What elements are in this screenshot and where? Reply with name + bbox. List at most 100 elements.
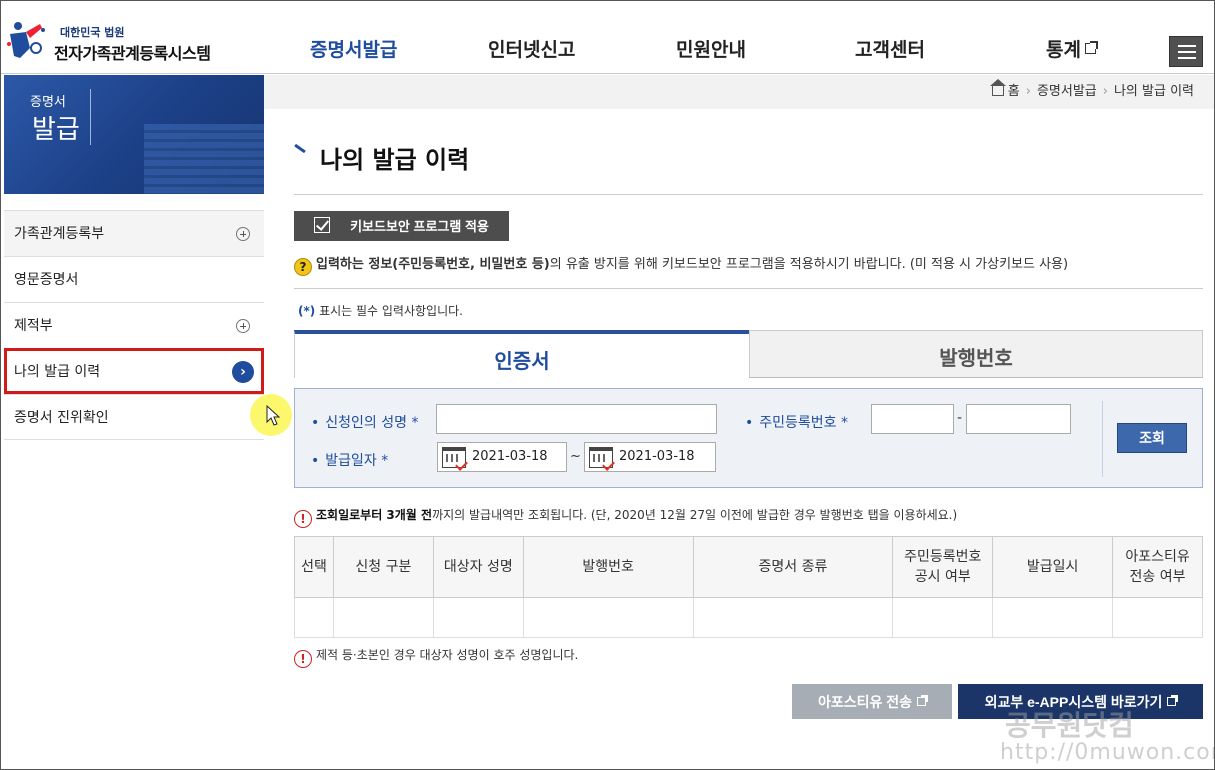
- sidebar-item-authenticity-check[interactable]: 증명서 진위확인: [4, 394, 264, 440]
- expand-plus-icon[interactable]: [236, 319, 250, 333]
- rrn-back-input[interactable]: [966, 404, 1071, 434]
- col-request-type: 신청 구분: [332, 536, 434, 598]
- nav-internet-report[interactable]: 인터넷신고: [488, 0, 575, 74]
- period-notice-text: 까지의 발급내역만 조회됩니다. (단, 2020년 12월 27일 이전에 발…: [432, 508, 958, 522]
- calendar-icon[interactable]: [589, 447, 613, 468]
- hamburger-icon-bar: [1178, 57, 1196, 59]
- banner-divider: [90, 89, 91, 145]
- issue-history-table: 선택 신청 구분 대상자 성명 발행번호 증명서 종류 주민등록번호 공시 여부…: [294, 536, 1203, 638]
- sidebar-item-removed-register[interactable]: 제적부: [4, 302, 264, 348]
- date-from-field[interactable]: 2021-03-18: [437, 442, 567, 472]
- home-icon[interactable]: [989, 79, 1006, 96]
- removed-register-notice-text: 제적 등·초본인 경우 대상자 성명이 호주 성명입니다.: [316, 648, 579, 662]
- books-image: [144, 124, 264, 194]
- rrn-label: 주민등록번호 *: [745, 412, 848, 432]
- sidebar-item-my-issue-history[interactable]: 나의 발급 이력 ›: [4, 348, 264, 394]
- external-link-icon: [1084, 41, 1098, 54]
- date-from-value: 2021-03-18: [472, 449, 548, 464]
- apostille-send-button[interactable]: 아포스티유 전송: [792, 684, 952, 719]
- table-cell: [1112, 597, 1203, 638]
- search-button[interactable]: 조회: [1117, 423, 1187, 453]
- col-apostille-sent: 아포스티유 전송 여부: [1112, 536, 1203, 598]
- sidebar-item-family-register[interactable]: 가족관계등록부: [4, 210, 264, 256]
- sidebar-item-english-certificate[interactable]: 영문증명서: [4, 256, 264, 302]
- divider: [294, 288, 1203, 289]
- period-notice: ! 조회일로부터 3개월 전까지의 발급내역만 조회됩니다. (단, 2020년 …: [294, 506, 957, 528]
- logo-title: 전자가족관계등록시스템: [54, 44, 211, 63]
- keyboard-security-label: 키보드보안 프로그램 적용: [350, 219, 489, 234]
- keyboard-security-button[interactable]: 키보드보안 프로그램 적용: [294, 211, 509, 241]
- date-to-field[interactable]: 2021-03-18: [584, 442, 716, 472]
- nav-certificate-issue[interactable]: 증명서발급: [310, 0, 397, 74]
- sidebar-nav: 가족관계등록부 영문증명서 제적부 나의 발급 이력 › 증명서 진위확인: [4, 210, 264, 440]
- site-header: 대한민국 법원 전자가족관계등록시스템 증명서발급 인터넷신고 민원안내 고객센…: [0, 0, 1215, 74]
- court-emblem-icon: [7, 22, 45, 58]
- table-header-row: 선택 신청 구분 대상자 성명 발행번호 증명서 종류 주민등록번호 공시 여부…: [294, 536, 1203, 598]
- site-logo[interactable]: 대한민국 법원 전자가족관계등록시스템: [6, 18, 216, 63]
- required-note: (*) 표시는 필수 입력사항입니다.: [298, 302, 463, 319]
- table-cell: [432, 597, 524, 638]
- keyboard-notice: ? 입력하는 정보(주민등록번호, 비밀번호 등)의 유출 방지를 위해 키보드보…: [294, 253, 1068, 276]
- rrn-front-input[interactable]: [871, 404, 954, 434]
- sidebar-item-label: 영문증명서: [14, 272, 79, 288]
- table-cell: [692, 597, 894, 638]
- sidebar-item-label: 가족관계등록부: [14, 226, 105, 242]
- applicant-name-label: 신청인의 성명 *: [311, 412, 418, 432]
- breadcrumb-current: 나의 발급 이력: [1113, 84, 1194, 99]
- col-target-name: 대상자 성명: [432, 536, 524, 598]
- mouse-cursor-icon: [266, 405, 280, 426]
- sidebar-item-label: 제적부: [14, 318, 53, 334]
- breadcrumb-home[interactable]: 홈: [1008, 84, 1020, 99]
- table-row: [294, 597, 1203, 638]
- date-range-tilde: ~: [570, 449, 581, 464]
- chevron-right-icon: ›: [232, 361, 254, 383]
- applicant-name-input[interactable]: [436, 404, 717, 434]
- table-cell: [332, 597, 434, 638]
- sidebar-item-label: 나의 발급 이력: [14, 364, 101, 380]
- page-title: 나의 발급 이력: [320, 146, 470, 174]
- apostille-send-label: 아포스티유 전송: [817, 693, 913, 710]
- question-icon: ?: [294, 258, 312, 276]
- col-certificate-type: 증명서 종류: [692, 536, 894, 598]
- col-issue-number: 발행번호: [522, 536, 694, 598]
- breadcrumb-bar: 홈 › 증명서발급 › 나의 발급 이력: [264, 75, 1214, 109]
- removed-register-notice: ! 제적 등·초본인 경우 대상자 성명이 호주 성명입니다.: [294, 646, 578, 668]
- hamburger-icon: [1178, 45, 1196, 47]
- table-cell: [992, 597, 1114, 638]
- required-mark: (*): [298, 304, 316, 318]
- required-text: 표시는 필수 입력사항입니다.: [315, 304, 463, 318]
- table-cell: [522, 597, 694, 638]
- calendar-icon[interactable]: [442, 447, 466, 468]
- issue-date-label: 발급일자 *: [311, 450, 388, 470]
- notice-text: 의 유출 방지를 위해 키보드보안 프로그램을 적용하시기 바랍니다. (미 적…: [549, 257, 1069, 272]
- breadcrumb-level1[interactable]: 증명서발급: [1037, 84, 1097, 99]
- external-link-icon: [917, 694, 929, 706]
- search-form: 신청인의 성명 * 주민등록번호 * - 발급일자 * 2021-03-18 ~…: [294, 388, 1203, 488]
- expand-plus-icon[interactable]: [236, 227, 250, 241]
- watermark-url: http://0muwon.com: [1000, 740, 1215, 765]
- nav-customer-center[interactable]: 고객센터: [855, 0, 925, 74]
- rrn-dash: -: [957, 410, 963, 426]
- nav-statistics[interactable]: 통계: [1046, 0, 1098, 74]
- sidebar-item-label: 증명서 진위확인: [14, 410, 109, 426]
- tab-certificate[interactable]: 인증서: [294, 330, 749, 378]
- table-cell: [294, 597, 334, 638]
- breadcrumb: 홈 › 증명서발급 › 나의 발급 이력: [989, 75, 1194, 109]
- form-divider: [1102, 401, 1103, 477]
- date-to-value: 2021-03-18: [619, 449, 695, 464]
- period-notice-bold: 조회일로부터 3개월 전: [316, 508, 433, 522]
- banner-small-text: 증명서: [30, 95, 66, 110]
- tab-issue-number[interactable]: 발행번호: [749, 330, 1203, 378]
- watermark-title: 공무원닷컴: [1005, 709, 1134, 742]
- table-cell: [892, 597, 994, 638]
- nav-statistics-label: 통계: [1046, 39, 1081, 61]
- hamburger-icon-bar: [1178, 51, 1196, 53]
- exclamation-icon: !: [294, 510, 312, 528]
- hamburger-menu-button[interactable]: [1169, 36, 1203, 67]
- col-rrn-disclosure: 주민등록번호 공시 여부: [892, 536, 994, 598]
- banner-large-text: 발급: [32, 115, 80, 145]
- col-select: 선택: [294, 536, 334, 598]
- title-mark-icon: [294, 143, 306, 154]
- nav-civil-guide[interactable]: 민원안내: [676, 0, 746, 74]
- col-issue-datetime: 발급일시: [992, 536, 1114, 598]
